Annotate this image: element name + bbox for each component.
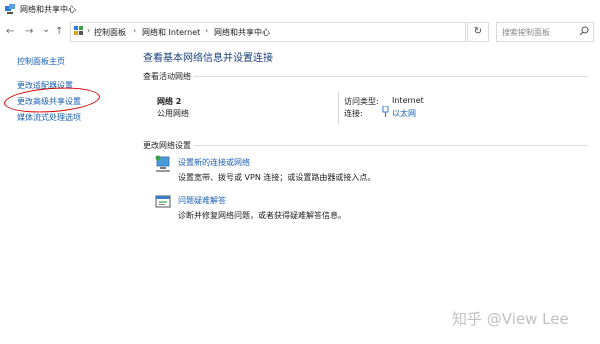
breadcrumb-separator: › <box>133 26 137 35</box>
active-networks-heading: 查看活动网络 <box>143 72 191 81</box>
search-placeholder: 搜索控制面板 <box>502 28 550 37</box>
window-title: 网络和共享中心 <box>20 5 76 14</box>
network-name: 网络 2 <box>157 97 182 106</box>
connections-label: 连接: <box>344 109 363 118</box>
column-divider <box>338 92 339 124</box>
access-type-value: Internet <box>392 96 424 105</box>
new-connection-icon <box>155 155 171 175</box>
breadcrumb-item-network-internet[interactable]: 网络和 Internet <box>142 27 200 38</box>
sidebar-item-control-panel-home[interactable]: 控制面板主页 <box>17 56 65 67</box>
task-new-connection-link[interactable]: 设置新的连接或网络 <box>178 157 250 168</box>
ethernet-link[interactable]: 以太网 <box>392 108 416 119</box>
search-input[interactable]: 搜索控制面板 <box>496 22 594 42</box>
section-divider <box>194 76 588 77</box>
page-title: 查看基本网络信息并设置连接 <box>143 53 273 64</box>
control-panel-icon <box>74 26 84 38</box>
task-new-connection-desc: 设置宽带、拨号或 VPN 连接；或设置路由器或接入点。 <box>178 173 376 182</box>
recent-locations-icon[interactable]: ⌄ <box>42 25 50 35</box>
troubleshoot-icon <box>155 194 171 212</box>
breadcrumb-separator: › <box>205 26 209 35</box>
back-icon[interactable]: ← <box>6 27 14 37</box>
network-type: 公用网络 <box>157 109 189 118</box>
forward-icon[interactable]: → <box>25 27 33 37</box>
breadcrumb-item-control-panel[interactable]: 控制面板 <box>94 27 126 38</box>
address-bar[interactable]: › 控制面板 › 网络和 Internet › 网络和共享中心 ⌄ <box>70 22 526 42</box>
change-settings-heading: 更改网络设置 <box>143 141 191 150</box>
section-divider <box>194 145 588 146</box>
breadcrumb-item-network-center[interactable]: 网络和共享中心 <box>214 27 270 38</box>
up-icon[interactable]: ↑ <box>55 27 63 37</box>
access-type-label: 访问类型: <box>344 97 379 106</box>
breadcrumb-separator: › <box>87 26 91 35</box>
search-icon <box>579 26 589 38</box>
network-center-icon <box>5 4 15 16</box>
title-bar: 网络和共享中心 <box>0 0 600 20</box>
task-troubleshoot-link[interactable]: 问题疑难解答 <box>178 195 226 206</box>
ethernet-icon <box>382 105 389 119</box>
refresh-button[interactable]: ↻ <box>467 22 489 42</box>
task-troubleshoot-desc: 诊断并修复网络问题，或者获得疑难解答信息。 <box>178 211 346 220</box>
sidebar-item-media-streaming[interactable]: 媒体流式处理选项 <box>17 112 81 123</box>
watermark: 知乎 @View Lee <box>452 310 569 328</box>
